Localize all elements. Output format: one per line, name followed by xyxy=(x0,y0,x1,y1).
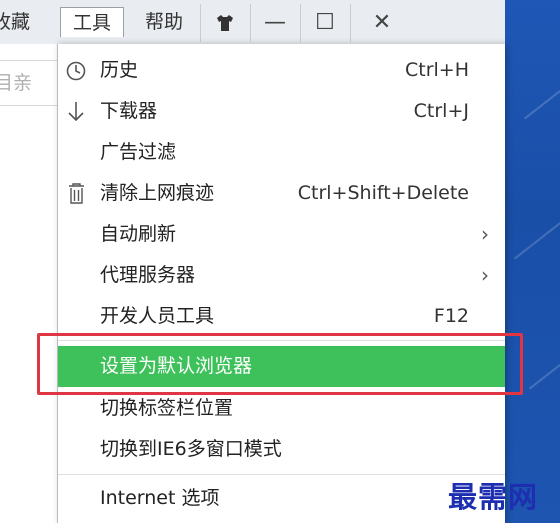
menu-item-proxy-server[interactable]: 代理服务器 › xyxy=(58,255,505,296)
menu-item-label: Internet 选项 xyxy=(100,487,220,509)
menu-item-label: 清除上网痕迹 xyxy=(100,182,215,204)
menu-item-developer-tools[interactable]: 开发人员工具 F12 xyxy=(58,296,505,337)
trash-icon xyxy=(69,183,84,204)
skin-button[interactable] xyxy=(200,4,249,42)
menu-item-clear-history[interactable]: 清除上网痕迹 Ctrl+Shift+Delete xyxy=(58,173,505,214)
desktop-background xyxy=(505,0,560,523)
annotation-highlight-box xyxy=(37,333,523,395)
menu-item-label: 开发人员工具 xyxy=(100,305,215,327)
address-bar-partial[interactable]: 目亲 xyxy=(0,60,60,106)
menu-item-label: 切换到IE6多窗口模式 xyxy=(100,438,282,460)
maximize-button[interactable]: ☐ xyxy=(300,4,349,42)
menu-item-label: 历史 xyxy=(100,59,139,81)
menu-item-label: 广告过滤 xyxy=(100,141,177,163)
menu-favorites[interactable]: 收藏 xyxy=(0,7,42,37)
tools-dropdown-menu: 历史 Ctrl+H 下载器 Ctrl+J 广告过滤 清除上网痕迹 Ctrl+Sh… xyxy=(57,44,505,523)
submenu-arrow-icon: › xyxy=(481,263,489,287)
menu-item-shortcut: F12 xyxy=(433,305,469,327)
menu-item-label: 自动刷新 xyxy=(100,223,177,245)
menu-item-internet-options[interactable]: Internet 选项 xyxy=(58,478,505,519)
minimize-button[interactable]: — xyxy=(250,4,299,42)
menu-item-shortcut: Ctrl+Shift+Delete xyxy=(297,182,469,204)
download-arrow-icon xyxy=(68,102,84,122)
address-bar-text: 目亲 xyxy=(0,72,33,94)
menu-help[interactable]: 帮助 xyxy=(134,7,194,37)
menu-item-history[interactable]: 历史 Ctrl+H xyxy=(58,50,505,91)
browser-content-left xyxy=(0,44,58,523)
menu-item-label: 下载器 xyxy=(100,100,158,122)
menubar: 收藏 工具 帮助 — ☐ ✕ xyxy=(0,0,505,45)
close-button[interactable]: ✕ xyxy=(350,4,413,42)
submenu-arrow-icon: › xyxy=(481,222,489,246)
menu-item-shortcut: Ctrl+J xyxy=(413,100,469,122)
menu-item-auto-refresh[interactable]: 自动刷新 › xyxy=(58,214,505,255)
menu-item-downloader[interactable]: 下载器 Ctrl+J xyxy=(58,91,505,132)
menu-item-label: 代理服务器 xyxy=(100,264,196,286)
menu-item-ad-filter[interactable]: 广告过滤 xyxy=(58,132,505,173)
menu-item-ie6-multiwindow-mode[interactable]: 切换到IE6多窗口模式 xyxy=(58,429,505,470)
menu-item-shortcut: Ctrl+H xyxy=(404,59,469,81)
menu-separator xyxy=(58,474,505,475)
clock-icon xyxy=(66,61,86,81)
menu-tools[interactable]: 工具 xyxy=(60,7,124,37)
shirt-icon xyxy=(217,15,233,31)
watermark-logo: 最需网 xyxy=(448,480,539,514)
